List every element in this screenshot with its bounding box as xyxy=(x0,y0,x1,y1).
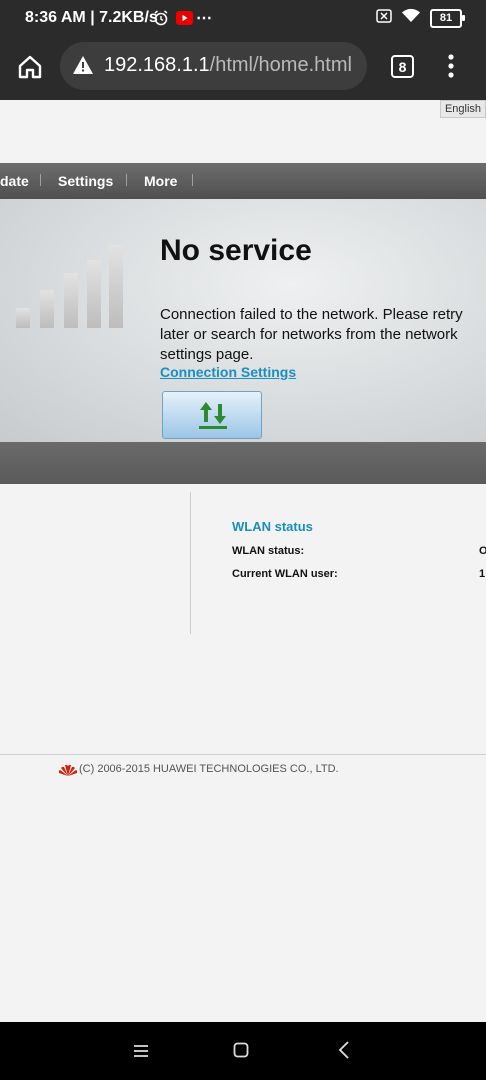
warning-icon xyxy=(72,55,94,80)
url-path: /html/home.html xyxy=(209,54,352,76)
wlan-status-title: WLAN status xyxy=(232,519,313,534)
wlan-status-value: O xyxy=(479,545,486,557)
status-icons: 81 xyxy=(376,8,465,28)
home-icon[interactable] xyxy=(17,54,43,85)
main-nav: date Settings More xyxy=(0,163,486,199)
connection-status-title: No service xyxy=(160,234,312,267)
connection-message: Connection failed to the network. Please… xyxy=(160,306,463,363)
huawei-logo-icon xyxy=(58,764,78,782)
back-icon[interactable] xyxy=(337,1041,351,1064)
url-host: 192.168.1.1 xyxy=(104,54,210,76)
overflow-menu-icon[interactable] xyxy=(443,53,459,84)
connection-banner: No service Connection failed to the netw… xyxy=(0,199,486,442)
sim-off-icon xyxy=(376,8,392,28)
copyright-text: (C) 2006-2015 HUAWEI TECHNOLOGIES CO., L… xyxy=(79,763,339,775)
more-notifications-icon: ⋯ xyxy=(196,10,212,27)
system-nav-bar xyxy=(0,1022,486,1080)
signal-strength-icon xyxy=(16,245,126,328)
wifi-icon xyxy=(401,8,421,28)
nav-item-update[interactable]: date xyxy=(0,173,29,189)
status-bar: 8:36 AM | 7.2KB/s ⋯ 81 xyxy=(0,0,486,38)
tab-count-button[interactable]: 8 xyxy=(391,55,414,78)
nav-item-more[interactable]: More xyxy=(144,173,177,189)
url-text: 192.168.1.1/html/home.html xyxy=(104,54,360,77)
youtube-icon xyxy=(176,10,193,31)
address-bar[interactable]: 192.168.1.1/html/home.html xyxy=(60,42,367,90)
footer-divider xyxy=(0,754,486,755)
connection-settings-link[interactable]: Connection Settings xyxy=(160,364,296,380)
wlan-user-label: Current WLAN user: xyxy=(232,568,338,580)
connect-button[interactable] xyxy=(162,391,262,439)
banner-footer-band xyxy=(0,442,486,484)
browser-toolbar: 192.168.1.1/html/home.html 8 xyxy=(0,38,486,100)
nav-item-settings[interactable]: Settings xyxy=(58,173,113,189)
up-down-arrows-icon xyxy=(195,400,231,435)
recents-icon[interactable] xyxy=(133,1043,149,1064)
wlan-status-label: WLAN status: xyxy=(232,545,305,557)
alarm-icon xyxy=(153,10,169,31)
nav-separator xyxy=(40,174,41,186)
home-nav-icon[interactable] xyxy=(233,1042,249,1063)
column-divider xyxy=(190,492,191,634)
status-time: 8:36 AM | 7.2KB/s xyxy=(25,9,158,26)
nav-separator xyxy=(192,174,193,186)
wlan-user-value: 1 xyxy=(479,568,486,580)
nav-separator xyxy=(126,174,127,186)
language-selector[interactable]: English xyxy=(440,100,486,118)
battery-icon: 81 xyxy=(430,8,465,28)
